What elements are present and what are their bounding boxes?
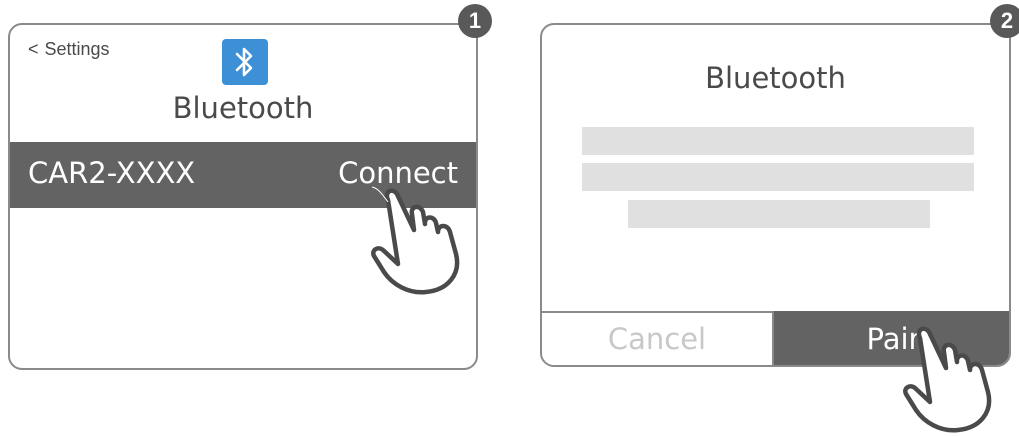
cancel-button[interactable]: Cancel: [542, 311, 774, 365]
device-name: CAR2-XXXX: [28, 156, 196, 190]
chevron-left-icon: <: [28, 39, 39, 59]
placeholder-line: [582, 127, 974, 155]
back-settings-link[interactable]: < Settings: [28, 39, 110, 60]
placeholder-line: [628, 200, 930, 228]
bluetooth-icon: [222, 39, 268, 85]
screen-title: Bluetooth: [172, 91, 314, 125]
tap-hand-icon: [371, 186, 460, 295]
dialog-title: Bluetooth: [705, 61, 846, 95]
tap-hand-icon: [903, 326, 992, 433]
pair-dialog: Bluetooth Cancel Pair: [540, 23, 1011, 367]
step-badge-2: 2: [990, 4, 1019, 38]
placeholder-line: [582, 163, 974, 191]
step-badge-1: 1: [458, 4, 492, 38]
back-label: Settings: [44, 39, 110, 59]
